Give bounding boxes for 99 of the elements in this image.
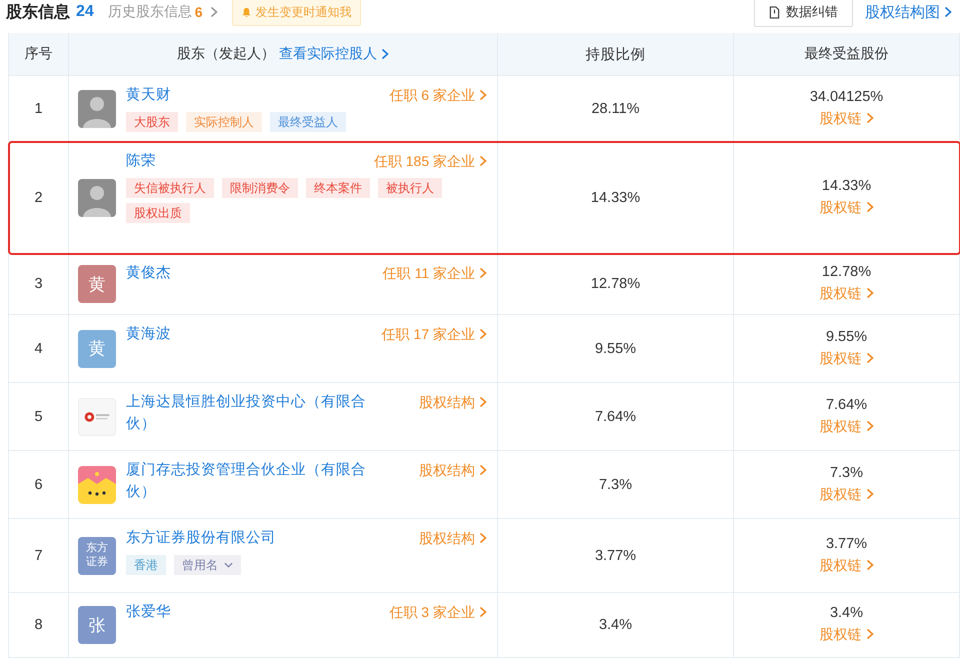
document-icon: [769, 6, 780, 18]
ratio-cell: 7.64%: [498, 383, 734, 450]
chevron-icon: [479, 396, 487, 408]
caret-icon: [224, 562, 233, 568]
chevron-icon: [479, 328, 487, 340]
actual-controller-link[interactable]: 查看实际控股人: [279, 45, 389, 63]
ratio-cell: 12.78%: [498, 254, 734, 314]
column-header: 最终受益股份: [734, 33, 960, 75]
shareholder-count: 24: [76, 3, 94, 21]
chevron-icon: [866, 287, 874, 299]
feedback-button[interactable]: 数据纠错: [754, 0, 853, 27]
ratio-cell: 28.11%: [498, 76, 734, 141]
index-cell: 4: [9, 315, 69, 382]
shareholder-detail-link[interactable]: 股权结构: [419, 459, 487, 481]
chevron-icon: [944, 6, 952, 18]
equity-structure-link[interactable]: 股权结构图: [865, 2, 952, 22]
chevron-icon: [479, 606, 487, 618]
avatar-letter: 黄: [78, 265, 116, 303]
tag: 香港: [126, 555, 166, 575]
chevron-icon: [866, 420, 874, 432]
equity-chain-link[interactable]: 股权链: [820, 623, 874, 645]
tag: 失信被执行人: [126, 178, 214, 198]
alias-dropdown[interactable]: 曾用名: [174, 555, 241, 575]
photo-placeholder: [78, 178, 116, 216]
tag: 实际控制人: [186, 112, 262, 132]
avatar-letter: 黄: [78, 330, 116, 368]
chevron-icon: [866, 488, 874, 500]
shareholder-name-link[interactable]: 黄俊杰: [126, 262, 171, 284]
avatar-letter: 张: [78, 606, 116, 644]
chevron-icon: [866, 200, 874, 212]
index-cell: 5: [9, 383, 69, 450]
final-share-value: 7.64%: [826, 396, 868, 412]
index-cell: 8: [9, 593, 69, 657]
index-cell: 7: [9, 519, 69, 592]
ratio-cell: 3.77%: [498, 519, 734, 592]
tag: 最终受益人: [270, 112, 346, 132]
index-cell: 6: [9, 451, 69, 518]
chevron-icon: [866, 352, 874, 364]
bell-icon: [240, 6, 252, 18]
tag: 大股东: [126, 112, 178, 132]
tag: 终本案件: [306, 178, 370, 198]
shareholder-detail-link[interactable]: 任职 185 家企业: [374, 150, 487, 172]
chevron-icon: [479, 267, 487, 279]
shareholder-name-link[interactable]: 厦门存志投资管理合伙企业（有限合伙）: [126, 459, 366, 503]
final-share-value: 7.3%: [830, 464, 864, 480]
shareholder-detail-link[interactable]: 任职 3 家企业: [389, 601, 487, 623]
shareholder-name-link[interactable]: 张爱华: [126, 601, 171, 623]
equity-chain-link[interactable]: 股权链: [820, 106, 874, 128]
chevron-icon: [381, 48, 389, 60]
shareholder-name-link[interactable]: 东方证券股份有限公司: [126, 527, 276, 549]
final-share-value: 12.78%: [822, 264, 872, 280]
shareholder-name-link[interactable]: 黄海波: [126, 323, 171, 345]
avatar-letter: 东方证券: [78, 536, 116, 574]
tag: 股权出质: [126, 203, 190, 223]
final-share-value: 9.55%: [826, 328, 868, 344]
section-title: 股东信息: [6, 2, 70, 22]
ratio-cell: 9.55%: [498, 315, 734, 382]
column-header: 序号: [9, 33, 69, 75]
equity-chain-link[interactable]: 股权链: [820, 482, 874, 504]
final-share-value: 3.77%: [826, 536, 868, 552]
final-share-value: 3.4%: [830, 605, 864, 621]
history-link[interactable]: 历史股东信息 6: [108, 3, 218, 21]
equity-chain-link[interactable]: 股权链: [820, 282, 874, 304]
chevron-icon: [866, 628, 874, 640]
logo-icon: [78, 398, 116, 436]
crown-face-icon: [78, 466, 116, 504]
shareholder-name-link[interactable]: 上海达晨恒胜创业投资中心（有限合伙）: [126, 391, 366, 435]
equity-chain-link[interactable]: 股权链: [820, 414, 874, 436]
ratio-cell: 14.33%: [498, 142, 734, 253]
chevron-icon: [210, 6, 218, 18]
column-header: 股东（发起人）: [177, 45, 275, 63]
shareholder-detail-link[interactable]: 任职 11 家企业: [382, 262, 487, 284]
notify-button[interactable]: 发生变更时通知我: [232, 0, 361, 26]
shareholder-detail-link[interactable]: 任职 6 家企业: [389, 84, 487, 106]
equity-chain-link[interactable]: 股权链: [820, 196, 874, 218]
chevron-icon: [479, 89, 487, 101]
final-share-value: 34.04125%: [810, 88, 884, 104]
ratio-cell: 3.4%: [498, 593, 734, 657]
ratio-cell: 7.3%: [498, 451, 734, 518]
index-cell: 2: [9, 142, 69, 253]
shareholder-detail-link[interactable]: 股权结构: [419, 391, 487, 413]
shareholder-detail-link[interactable]: 股权结构: [419, 527, 487, 549]
shareholder-name-link[interactable]: 黄天财: [126, 84, 171, 106]
tag: 被执行人: [378, 178, 442, 198]
chevron-icon: [479, 532, 487, 544]
equity-chain-link[interactable]: 股权链: [820, 554, 874, 576]
chevron-icon: [479, 155, 487, 167]
final-share-value: 14.33%: [822, 178, 872, 194]
chevron-icon: [479, 464, 487, 476]
column-header: 持股比例: [498, 33, 734, 75]
tag: 限制消费令: [222, 178, 298, 198]
index-cell: 3: [9, 254, 69, 314]
shareholder-name-link[interactable]: 陈荣: [126, 150, 156, 172]
equity-chain-link[interactable]: 股权链: [820, 346, 874, 368]
photo-placeholder: [78, 90, 116, 128]
shareholder-detail-link[interactable]: 任职 17 家企业: [382, 323, 487, 345]
chevron-icon: [866, 558, 874, 570]
index-cell: 1: [9, 76, 69, 141]
chevron-icon: [866, 112, 874, 124]
